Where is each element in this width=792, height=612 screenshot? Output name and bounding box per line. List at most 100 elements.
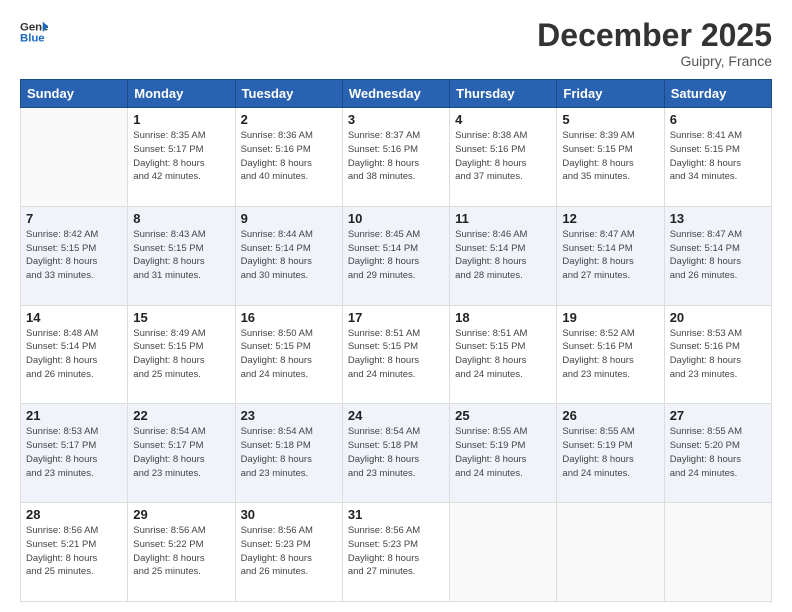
- calendar-cell: 25Sunrise: 8:55 AM Sunset: 5:19 PM Dayli…: [450, 404, 557, 503]
- day-number: 4: [455, 112, 551, 127]
- day-number: 1: [133, 112, 229, 127]
- calendar-cell: 3 Sunrise: 8:37 AM Sunset: 5:16 PM Daylig…: [342, 108, 449, 207]
- weekday-header-monday: Monday: [128, 80, 235, 108]
- day-info: Sunrise: 8:46 AM Sunset: 5:14 PM Dayligh…: [455, 228, 551, 283]
- calendar-cell: 6 Sunrise: 8:41 AM Sunset: 5:15 PM Daylig…: [664, 108, 771, 207]
- day-number: 2: [241, 112, 337, 127]
- calendar-cell: 21 Sunrise: 8:53 AM Sunset: 5:17 PM Dayli…: [21, 404, 128, 503]
- calendar-cell: 8Sunrise: 8:43 AM Sunset: 5:15 PM Daylig…: [128, 206, 235, 305]
- day-number: 11: [455, 211, 551, 226]
- day-info: Sunrise: 8:56 AM Sunset: 5:23 PM Dayligh…: [241, 524, 337, 579]
- day-info: Sunrise: 8:36 AM Sunset: 5:16 PM Dayligh…: [241, 129, 337, 184]
- day-number: 6: [670, 112, 766, 127]
- day-info: Sunrise: 8:39 AM Sunset: 5:15 PM Dayligh…: [562, 129, 658, 184]
- day-info: Sunrise: 8:37 AM Sunset: 5:16 PM Dayligh…: [348, 129, 444, 184]
- day-info: Sunrise: 8:53 AM Sunset: 5:17 PM Dayligh…: [26, 425, 122, 480]
- calendar-cell: 10 Sunrise: 8:45 AM Sunset: 5:14 PM Dayli…: [342, 206, 449, 305]
- day-number: 15: [133, 310, 229, 325]
- day-info: Sunrise: 8:35 AM Sunset: 5:17 PM Dayligh…: [133, 129, 229, 184]
- day-number: 28: [26, 507, 122, 522]
- page: General Blue December 2025 Guipry, Franc…: [0, 0, 792, 612]
- calendar-cell: [450, 503, 557, 602]
- calendar-cell: 29 Sunrise: 8:56 AM Sunset: 5:22 PM Dayli…: [128, 503, 235, 602]
- day-number: 31: [348, 507, 444, 522]
- calendar-week-row: 21 Sunrise: 8:53 AM Sunset: 5:17 PM Dayli…: [21, 404, 772, 503]
- day-number: 7: [26, 211, 122, 226]
- day-number: 10: [348, 211, 444, 226]
- location-subtitle: Guipry, France: [537, 53, 772, 69]
- calendar-cell: 19Sunrise: 8:52 AM Sunset: 5:16 PM Dayli…: [557, 305, 664, 404]
- calendar-cell: 15 Sunrise: 8:49 AM Sunset: 5:15 PM Dayli…: [128, 305, 235, 404]
- calendar-cell: 23 Sunrise: 8:54 AM Sunset: 5:18 PM Dayli…: [235, 404, 342, 503]
- calendar-cell: 13 Sunrise: 8:47 AM Sunset: 5:14 PM Dayli…: [664, 206, 771, 305]
- day-info: Sunrise: 8:49 AM Sunset: 5:15 PM Dayligh…: [133, 327, 229, 382]
- day-number: 20: [670, 310, 766, 325]
- day-info: Sunrise: 8:56 AM Sunset: 5:21 PM Dayligh…: [26, 524, 122, 579]
- weekday-header-friday: Friday: [557, 80, 664, 108]
- calendar-table: SundayMondayTuesdayWednesdayThursdayFrid…: [20, 79, 772, 602]
- svg-text:Blue: Blue: [20, 33, 45, 45]
- calendar-cell: 24Sunrise: 8:54 AM Sunset: 5:18 PM Dayli…: [342, 404, 449, 503]
- calendar-cell: 11 Sunrise: 8:46 AM Sunset: 5:14 PM Dayli…: [450, 206, 557, 305]
- day-info: Sunrise: 8:50 AM Sunset: 5:15 PM Dayligh…: [241, 327, 337, 382]
- day-number: 3: [348, 112, 444, 127]
- calendar-cell: 9Sunrise: 8:44 AM Sunset: 5:14 PM Daylig…: [235, 206, 342, 305]
- day-number: 21: [26, 408, 122, 423]
- calendar-cell: 1 Sunrise: 8:35 AM Sunset: 5:17 PM Daylig…: [128, 108, 235, 207]
- day-number: 13: [670, 211, 766, 226]
- day-number: 29: [133, 507, 229, 522]
- calendar-cell: 20 Sunrise: 8:53 AM Sunset: 5:16 PM Dayli…: [664, 305, 771, 404]
- day-number: 5: [562, 112, 658, 127]
- calendar-cell: 27 Sunrise: 8:55 AM Sunset: 5:20 PM Dayli…: [664, 404, 771, 503]
- weekday-header-sunday: Sunday: [21, 80, 128, 108]
- weekday-header-row: SundayMondayTuesdayWednesdayThursdayFrid…: [21, 80, 772, 108]
- day-info: Sunrise: 8:53 AM Sunset: 5:16 PM Dayligh…: [670, 327, 766, 382]
- day-number: 27: [670, 408, 766, 423]
- weekday-header-saturday: Saturday: [664, 80, 771, 108]
- day-info: Sunrise: 8:56 AM Sunset: 5:22 PM Dayligh…: [133, 524, 229, 579]
- day-number: 23: [241, 408, 337, 423]
- calendar-cell: 4 Sunrise: 8:38 AM Sunset: 5:16 PM Daylig…: [450, 108, 557, 207]
- calendar-week-row: 1 Sunrise: 8:35 AM Sunset: 5:17 PM Daylig…: [21, 108, 772, 207]
- calendar-cell: 2 Sunrise: 8:36 AM Sunset: 5:16 PM Daylig…: [235, 108, 342, 207]
- day-number: 16: [241, 310, 337, 325]
- day-info: Sunrise: 8:48 AM Sunset: 5:14 PM Dayligh…: [26, 327, 122, 382]
- title-area: December 2025 Guipry, France: [537, 18, 772, 69]
- day-number: 17: [348, 310, 444, 325]
- calendar-cell: [664, 503, 771, 602]
- day-info: Sunrise: 8:41 AM Sunset: 5:15 PM Dayligh…: [670, 129, 766, 184]
- day-number: 18: [455, 310, 551, 325]
- day-number: 30: [241, 507, 337, 522]
- header: General Blue December 2025 Guipry, Franc…: [20, 18, 772, 69]
- weekday-header-tuesday: Tuesday: [235, 80, 342, 108]
- day-number: 19: [562, 310, 658, 325]
- day-info: Sunrise: 8:47 AM Sunset: 5:14 PM Dayligh…: [670, 228, 766, 283]
- day-info: Sunrise: 8:56 AM Sunset: 5:23 PM Dayligh…: [348, 524, 444, 579]
- day-info: Sunrise: 8:55 AM Sunset: 5:19 PM Dayligh…: [455, 425, 551, 480]
- day-info: Sunrise: 8:55 AM Sunset: 5:20 PM Dayligh…: [670, 425, 766, 480]
- calendar-cell: 5 Sunrise: 8:39 AM Sunset: 5:15 PM Daylig…: [557, 108, 664, 207]
- day-info: Sunrise: 8:45 AM Sunset: 5:14 PM Dayligh…: [348, 228, 444, 283]
- day-info: Sunrise: 8:43 AM Sunset: 5:15 PM Dayligh…: [133, 228, 229, 283]
- weekday-header-wednesday: Wednesday: [342, 80, 449, 108]
- calendar-week-row: 14 Sunrise: 8:48 AM Sunset: 5:14 PM Dayli…: [21, 305, 772, 404]
- logo-icon: General Blue: [20, 18, 48, 46]
- day-number: 14: [26, 310, 122, 325]
- month-title: December 2025: [537, 18, 772, 53]
- day-info: Sunrise: 8:51 AM Sunset: 5:15 PM Dayligh…: [455, 327, 551, 382]
- day-number: 22: [133, 408, 229, 423]
- calendar-week-row: 28 Sunrise: 8:56 AM Sunset: 5:21 PM Dayli…: [21, 503, 772, 602]
- day-info: Sunrise: 8:54 AM Sunset: 5:18 PM Dayligh…: [241, 425, 337, 480]
- calendar-cell: 26 Sunrise: 8:55 AM Sunset: 5:19 PM Dayli…: [557, 404, 664, 503]
- day-info: Sunrise: 8:54 AM Sunset: 5:18 PM Dayligh…: [348, 425, 444, 480]
- calendar-cell: 7 Sunrise: 8:42 AM Sunset: 5:15 PM Daylig…: [21, 206, 128, 305]
- day-info: Sunrise: 8:42 AM Sunset: 5:15 PM Dayligh…: [26, 228, 122, 283]
- calendar-week-row: 7 Sunrise: 8:42 AM Sunset: 5:15 PM Daylig…: [21, 206, 772, 305]
- day-number: 26: [562, 408, 658, 423]
- calendar-cell: 14 Sunrise: 8:48 AM Sunset: 5:14 PM Dayli…: [21, 305, 128, 404]
- calendar-cell: 12Sunrise: 8:47 AM Sunset: 5:14 PM Dayli…: [557, 206, 664, 305]
- day-info: Sunrise: 8:47 AM Sunset: 5:14 PM Dayligh…: [562, 228, 658, 283]
- day-info: Sunrise: 8:38 AM Sunset: 5:16 PM Dayligh…: [455, 129, 551, 184]
- day-info: Sunrise: 8:54 AM Sunset: 5:17 PM Dayligh…: [133, 425, 229, 480]
- day-info: Sunrise: 8:55 AM Sunset: 5:19 PM Dayligh…: [562, 425, 658, 480]
